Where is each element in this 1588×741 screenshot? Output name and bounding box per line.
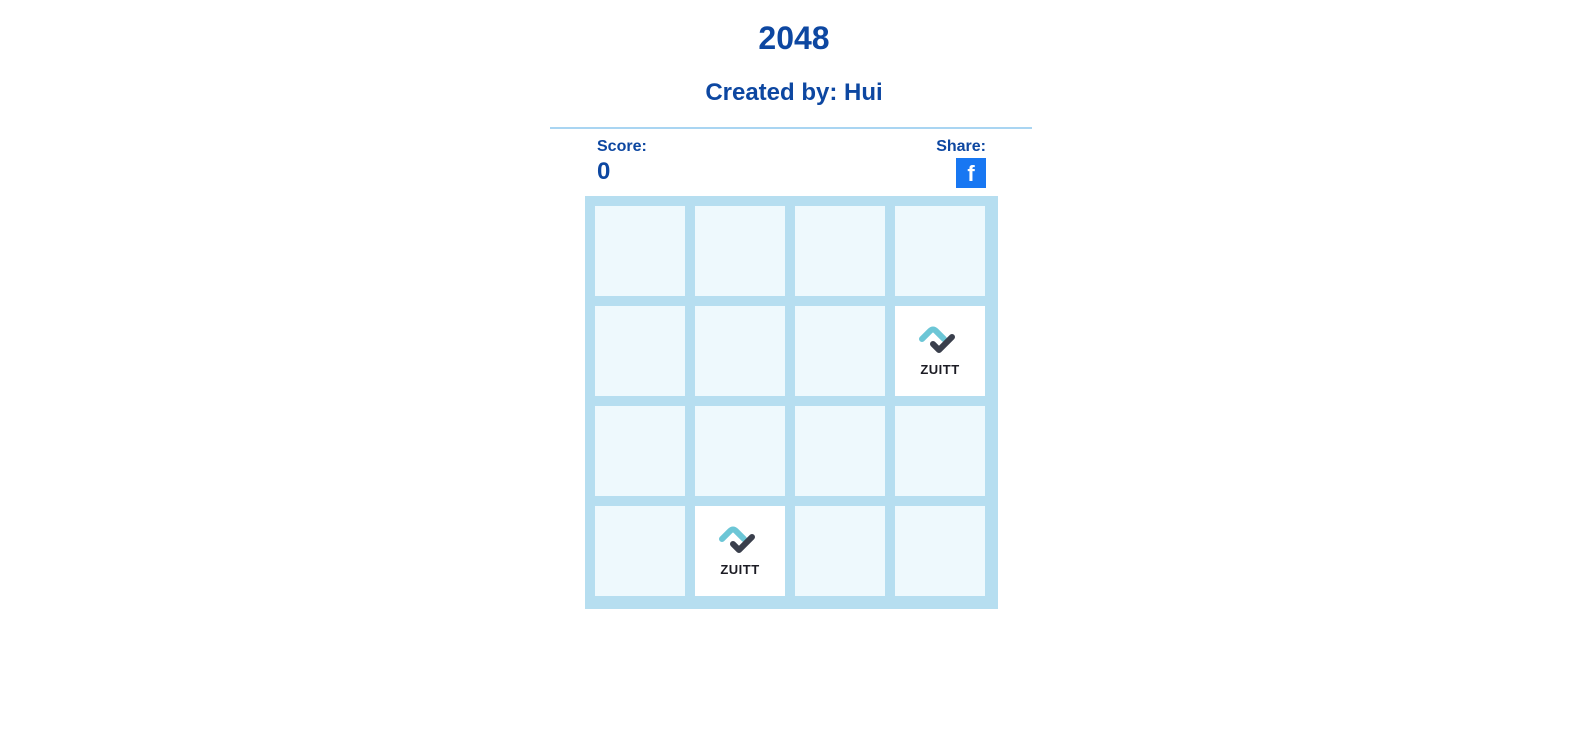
share-label: Share: <box>936 138 986 155</box>
board-cell <box>595 406 685 496</box>
board-cell <box>595 306 685 396</box>
board-cell <box>695 206 785 296</box>
zuitt-logo-icon <box>919 326 955 353</box>
facebook-share-button[interactable]: f <box>956 158 986 188</box>
board-cell <box>795 506 885 596</box>
header-divider <box>550 127 1032 129</box>
board-cell <box>895 406 985 496</box>
board-cell <box>795 306 885 396</box>
facebook-icon: f <box>967 161 975 186</box>
game-page: 2048 Created by: Hui Score: 0 Share: f Z… <box>0 0 1588 741</box>
page-title: 2048 <box>758 20 830 56</box>
zuitt-logo-icon <box>719 526 755 553</box>
board-tile: ZUITT <box>895 306 985 396</box>
author-credit: Created by: Hui <box>705 79 883 106</box>
board-cell <box>595 506 685 596</box>
board-cell <box>795 206 885 296</box>
tile-label: ZUITT <box>720 562 760 577</box>
board-cell <box>695 406 785 496</box>
board-cell <box>695 306 785 396</box>
board-cell <box>595 206 685 296</box>
score-label: Score: <box>597 138 647 155</box>
game-board[interactable]: ZUITT ZUITT <box>585 196 998 609</box>
tile-label: ZUITT <box>920 362 960 377</box>
board-tile: ZUITT <box>695 506 785 596</box>
board-cell <box>895 506 985 596</box>
board-cell <box>795 406 885 496</box>
board-cell <box>895 206 985 296</box>
score-value: 0 <box>597 158 611 185</box>
